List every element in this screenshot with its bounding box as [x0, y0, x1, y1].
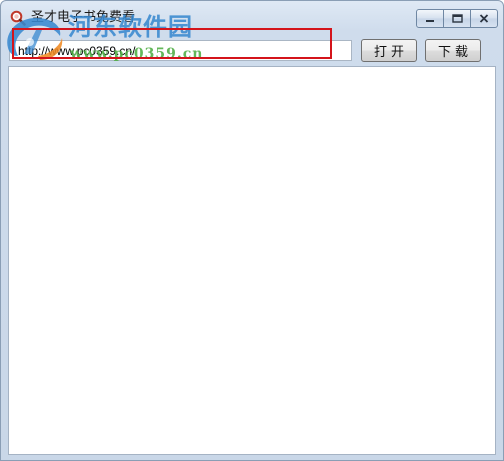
title-bar[interactable]: 圣才电子书免费看 — [1, 1, 503, 35]
close-button[interactable] — [470, 9, 498, 28]
minimize-button[interactable] — [416, 9, 444, 28]
app-window: 圣才电子书免费看 打开 下载 — [0, 0, 504, 461]
close-icon — [479, 14, 489, 23]
minimize-icon — [426, 19, 434, 22]
download-button[interactable]: 下载 — [425, 39, 481, 62]
window-title: 圣才电子书免费看 — [31, 10, 136, 25]
open-button[interactable]: 打开 — [361, 39, 417, 62]
caption-buttons — [416, 9, 498, 28]
content-area[interactable] — [8, 66, 496, 455]
url-input[interactable] — [9, 40, 352, 61]
maximize-button[interactable] — [443, 9, 471, 28]
maximize-icon — [451, 14, 463, 23]
toolbar: 打开 下载 — [1, 35, 503, 65]
app-magnifier-icon — [10, 10, 26, 26]
